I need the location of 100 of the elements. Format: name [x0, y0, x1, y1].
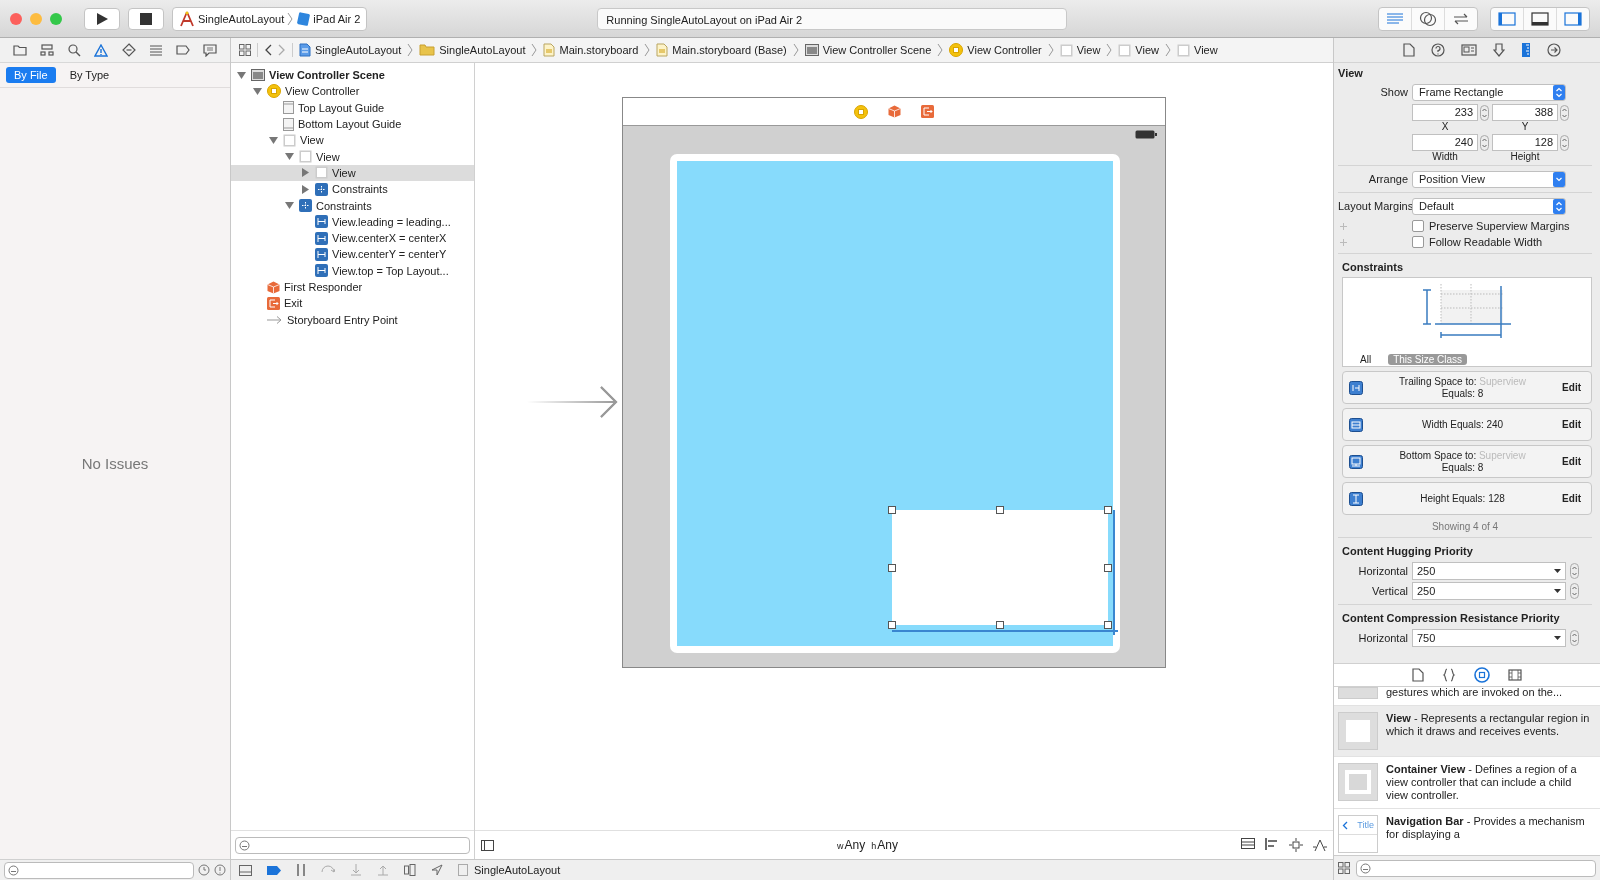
resize-handle[interactable]	[1104, 506, 1112, 514]
ruler-icon[interactable]	[1521, 42, 1531, 58]
breadcrumb[interactable]: View Controller Scene	[804, 44, 932, 56]
outline-item[interactable]: Storyboard Entry Point	[231, 311, 474, 328]
edit-button[interactable]: Edit	[1562, 419, 1585, 430]
console-toggle-icon[interactable]	[239, 864, 252, 876]
arrow-down-icon[interactable]	[1493, 43, 1505, 57]
resize-handle[interactable]	[1104, 621, 1112, 629]
hierarchy-icon[interactable]	[39, 44, 54, 56]
view-debug-icon[interactable]	[404, 864, 416, 876]
priority-combo-box[interactable]: 250	[1412, 582, 1566, 600]
breadcrumb[interactable]: View	[1177, 43, 1218, 57]
run-button[interactable]	[84, 7, 120, 30]
resize-handle[interactable]	[996, 506, 1004, 514]
edit-button[interactable]: Edit	[1562, 456, 1585, 467]
grid-icon[interactable]	[239, 44, 251, 56]
breadcrumb[interactable]: Main.storyboard	[543, 43, 639, 57]
left-panel-icon[interactable]	[1498, 11, 1516, 26]
clock-icon[interactable]	[198, 864, 210, 876]
tag-icon[interactable]	[176, 45, 191, 55]
outline-item[interactable]: View.centerX = centerX	[231, 229, 474, 247]
film-strip-icon[interactable]	[1508, 669, 1522, 681]
speech-bubble-icon[interactable]	[203, 43, 218, 57]
checkbox[interactable]	[1412, 236, 1424, 248]
breadcrumb[interactable]: View	[1059, 43, 1101, 57]
outline-item[interactable]: View.top = Top Layout...	[231, 262, 474, 279]
checkbox[interactable]	[1412, 220, 1424, 232]
stack-icon[interactable]	[1241, 838, 1255, 849]
location-icon[interactable]	[431, 864, 443, 876]
resize-handle[interactable]	[996, 621, 1004, 629]
scheme-selector[interactable]: SingleAutoLayout iPad Air 2	[172, 6, 368, 31]
resize-handle[interactable]	[1104, 563, 1112, 572]
resize-handle[interactable]	[888, 621, 896, 629]
library-item[interactable]: Container View - Defines a region of a view controller that can include a child view controller.	[1334, 757, 1600, 809]
outline-item[interactable]: View.centerY = centerY	[231, 246, 474, 263]
outline-item[interactable]: View	[231, 132, 474, 149]
braces-icon[interactable]	[1442, 668, 1456, 682]
number-field[interactable]: 128	[1492, 134, 1558, 151]
breadcrumb[interactable]: View	[1118, 43, 1159, 57]
warning-icon[interactable]	[94, 43, 109, 57]
arrow-circle-icon[interactable]	[1547, 43, 1561, 57]
number-field[interactable]: 233	[1412, 104, 1478, 121]
show-popup[interactable]: Frame Rectangle	[1412, 83, 1566, 101]
outline-item[interactable]: Exit	[231, 295, 474, 312]
stop-button[interactable]	[128, 7, 164, 30]
outline-item[interactable]: View	[231, 164, 474, 182]
folder-icon[interactable]	[12, 44, 27, 56]
outline-item[interactable]: Top Layout Guide	[231, 99, 474, 116]
breadcrumb[interactable]: Main.storyboard (Base)	[656, 43, 787, 57]
grid-icon[interactable]	[1338, 862, 1350, 874]
document-icon[interactable]	[1412, 668, 1424, 682]
resolve-icon[interactable]	[1313, 838, 1327, 852]
outline-item[interactable]: View Controller	[231, 83, 474, 100]
breakpoint-icon[interactable]	[267, 865, 281, 875]
resize-handle[interactable]	[888, 563, 896, 572]
target-icon[interactable]	[1474, 667, 1490, 683]
priority-combo-box[interactable]: 250	[1412, 562, 1566, 580]
document-icon[interactable]	[1403, 43, 1415, 57]
number-field[interactable]: 388	[1492, 104, 1558, 121]
size-class-label[interactable]: hAny	[871, 838, 898, 852]
priority-combo-box[interactable]: 750	[1412, 629, 1566, 647]
outline-item[interactable]: Bottom Layout Guide	[231, 115, 474, 133]
outline-item[interactable]: View	[231, 148, 474, 165]
resize-handle[interactable]	[888, 506, 896, 514]
window-control[interactable]	[10, 12, 22, 25]
diamond-icon[interactable]	[121, 43, 136, 57]
layout-margins-popup[interactable]: Default	[1412, 197, 1566, 215]
circles-icon[interactable]	[1419, 10, 1437, 27]
pin-icon[interactable]	[1289, 838, 1303, 852]
breadcrumb[interactable]: View Controller	[949, 43, 1042, 57]
outline-item[interactable]: View.leading = leading...	[231, 213, 474, 230]
triangle-down-icon[interactable]	[285, 201, 294, 210]
list-icon[interactable]	[148, 44, 163, 56]
pause-icon[interactable]	[296, 864, 306, 876]
breadcrumb[interactable]: SingleAutoLayout	[299, 43, 402, 57]
arrows-icon[interactable]	[1452, 11, 1470, 26]
filter-field[interactable]	[4, 861, 194, 879]
chevron-left-icon[interactable]	[264, 44, 272, 56]
outline-item[interactable]: Constraints	[231, 181, 474, 198]
outline-item[interactable]: View Controller Scene	[231, 67, 474, 84]
align-icon[interactable]	[1265, 838, 1279, 850]
arrange-popup[interactable]: Position View	[1412, 170, 1566, 188]
alert-circle-icon[interactable]	[214, 864, 226, 876]
right-panel-icon[interactable]	[1564, 11, 1582, 26]
number-field[interactable]: 240	[1412, 134, 1478, 151]
sidebar-toggle-icon[interactable]	[481, 839, 494, 851]
outline-item[interactable]: Constraints	[231, 197, 474, 214]
filter-field[interactable]	[1356, 859, 1596, 877]
outline-item[interactable]: First Responder	[231, 278, 474, 296]
id-card-icon[interactable]	[1461, 44, 1477, 56]
edit-button[interactable]: Edit	[1562, 382, 1585, 393]
size-class-label[interactable]: wAny	[837, 838, 866, 852]
scope-tab[interactable]: By File	[6, 67, 56, 83]
edit-button[interactable]: Edit	[1562, 493, 1585, 504]
filter-field[interactable]	[235, 836, 470, 854]
filter-tab[interactable]: All	[1355, 354, 1377, 365]
search-icon[interactable]	[67, 43, 82, 57]
debug-target[interactable]: SingleAutoLayout	[458, 864, 561, 876]
bottom-panel-icon[interactable]	[1531, 11, 1549, 26]
help-icon[interactable]	[1431, 43, 1445, 57]
